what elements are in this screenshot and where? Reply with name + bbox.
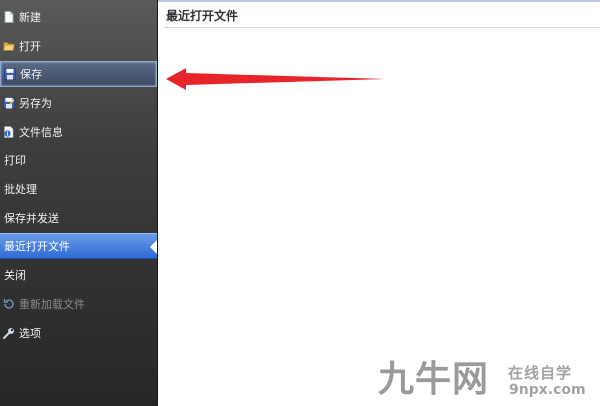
watermark-slogan: 在线自学 [508,364,573,382]
annotation-arrow [166,68,385,90]
watermark-url: 9npx.com [509,382,586,398]
watermark: 九牛网 在线自学 9npx.com [378,360,600,406]
watermark-brand: 九牛网 [378,359,490,400]
